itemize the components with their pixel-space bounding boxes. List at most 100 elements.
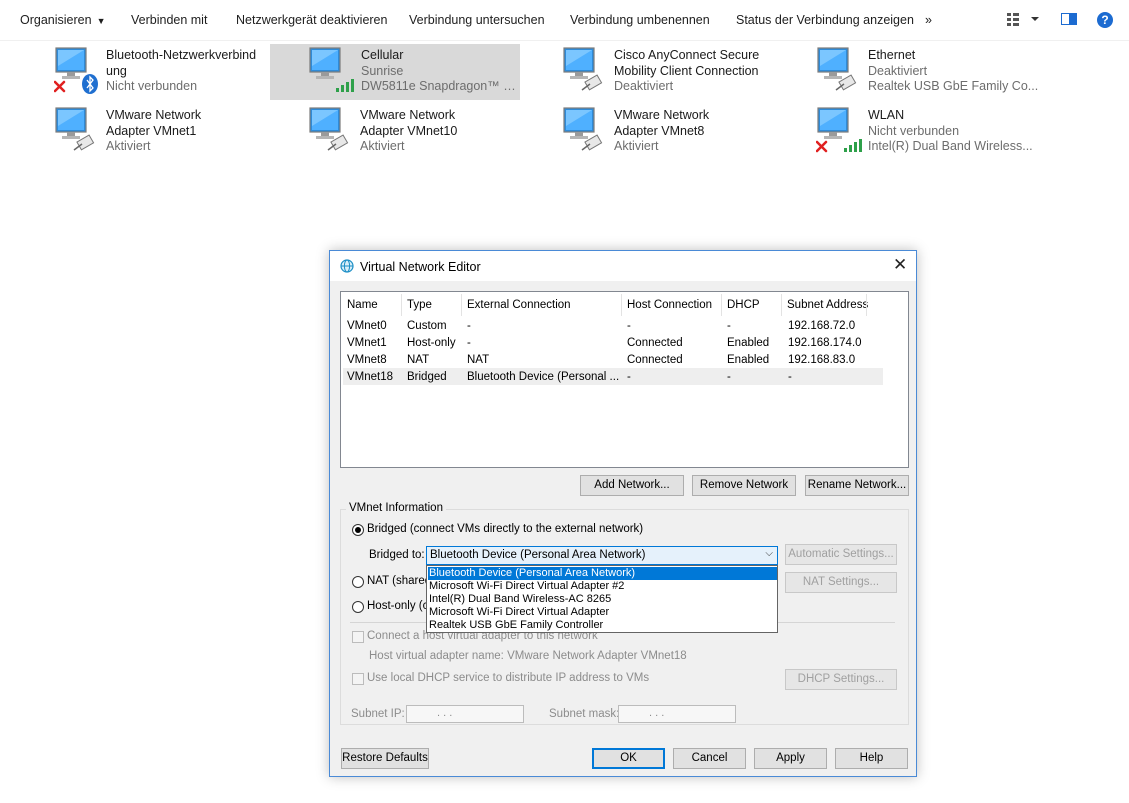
- dhcp-settings-button[interactable]: DHCP Settings...: [785, 669, 897, 690]
- host-only-label[interactable]: Host-only (c: [367, 600, 428, 612]
- subnet-mask-field[interactable]: . . .: [618, 705, 736, 723]
- dialog-titlebar: Virtual Network Editor ✕: [330, 251, 916, 281]
- cell-dhcp: Enabled: [727, 337, 770, 349]
- apply-button[interactable]: Apply: [754, 748, 827, 769]
- connect-to-button[interactable]: Verbinden mit: [131, 13, 207, 27]
- adapter-item[interactable]: VMware Network Adapter VMnet1 Aktiviert: [54, 104, 304, 160]
- automatic-settings-button[interactable]: Automatic Settings...: [785, 544, 897, 565]
- cell-host: Connected: [627, 354, 683, 366]
- cell-subnet: -: [788, 371, 792, 383]
- ip-dots: . . .: [437, 707, 453, 719]
- change-view-icon[interactable]: [1006, 11, 1042, 30]
- adapter-device: DW5811e Snapdragon™ X7 ...: [361, 79, 517, 93]
- cell-type: Custom: [407, 320, 447, 332]
- use-dhcp-checkbox[interactable]: [352, 673, 364, 685]
- cell-external: -: [467, 320, 471, 332]
- cell-subnet: 192.168.83.0: [788, 354, 856, 366]
- cell-external: NAT: [467, 354, 490, 366]
- preview-pane-icon[interactable]: [1061, 11, 1077, 30]
- cell-dhcp: -: [727, 320, 731, 332]
- cell-subnet: 192.168.72.0: [788, 320, 856, 332]
- adapter-item[interactable]: VMware Network Adapter VMnet10 Aktiviert: [308, 104, 558, 160]
- adapter-item[interactable]: VMware Network Adapter VMnet8 Aktiviert: [562, 104, 812, 160]
- command-bar: Organisieren ▼ Verbinden mit Netzwerkgerä…: [0, 0, 1129, 41]
- rename-network-button[interactable]: Rename Network...: [805, 475, 909, 496]
- connect-host-adapter-checkbox[interactable]: [352, 631, 364, 643]
- column-header-subnet[interactable]: Subnet Address: [787, 299, 868, 311]
- cell-name: VMnet8: [347, 354, 387, 366]
- rename-connection-button[interactable]: Verbindung umbenennen: [570, 13, 710, 27]
- bridged-to-dropdown: Bluetooth Device (Personal Area Network)…: [426, 565, 778, 633]
- help-button[interactable]: Help: [835, 748, 908, 769]
- column-header-dhcp[interactable]: DHCP: [727, 299, 760, 311]
- nat-radio[interactable]: [352, 576, 364, 588]
- adapter-item[interactable]: Ethernet Deaktiviert Realtek USB GbE Famil…: [816, 44, 1066, 100]
- close-icon[interactable]: ✕: [893, 256, 907, 274]
- cell-host: -: [627, 371, 631, 383]
- ethernet-adapter-icon: [816, 44, 866, 96]
- adapter-status: Aktiviert: [614, 139, 659, 153]
- organize-menu[interactable]: Organisieren ▼: [20, 13, 106, 27]
- disable-device-button[interactable]: Netzwerkgerät deaktivieren: [236, 13, 387, 27]
- adapter-status: Aktiviert: [106, 139, 151, 153]
- cell-name: VMnet18: [347, 371, 394, 383]
- cell-type: Host-only: [407, 337, 456, 349]
- adapter-name: VMware Network Adapter VMnet1: [106, 108, 202, 138]
- dropdown-option[interactable]: Realtek USB GbE Family Controller: [428, 619, 777, 632]
- dropdown-option[interactable]: Microsoft Wi-Fi Direct Virtual Adapter: [428, 606, 777, 619]
- adapter-item[interactable]: Cellular Sunrise DW5811e Snapdragon™ X7 ..…: [270, 44, 520, 100]
- adapter-device: Intel(R) Dual Band Wireless...: [868, 139, 1033, 153]
- subnet-mask-label: Subnet mask:: [549, 708, 620, 720]
- diagnose-connection-button[interactable]: Verbindung untersuchen: [409, 13, 545, 27]
- bridged-to-value: Bluetooth Device (Personal Area Network): [430, 549, 646, 561]
- view-status-button[interactable]: Status der Verbindung anzeigen: [736, 13, 914, 27]
- adapter-name: Ethernet: [868, 48, 916, 62]
- adapter-name: Cellular: [361, 48, 404, 62]
- subnet-ip-field[interactable]: . . .: [406, 705, 524, 723]
- bluetooth-adapter-icon: [53, 44, 104, 96]
- cell-dhcp: Enabled: [727, 354, 770, 366]
- caret-down-icon: ▼: [96, 16, 106, 26]
- adapter-name: Cisco AnyConnect Secure Mobility Client …: [614, 48, 760, 78]
- column-header-host-connection[interactable]: Host Connection: [627, 299, 712, 311]
- help-icon[interactable]: ?: [1097, 12, 1113, 28]
- adapter-item[interactable]: WLAN Nicht verbunden Intel(R) Dual Band Wi…: [815, 104, 1066, 160]
- more-commands-button[interactable]: »: [925, 13, 932, 27]
- adapter-status: Deaktiviert: [868, 63, 928, 78]
- adapter-item[interactable]: Bluetooth-Netzwerkverbindung Nicht verbun…: [53, 44, 304, 100]
- bridged-to-select[interactable]: Bluetooth Device (Personal Area Network)…: [426, 546, 778, 565]
- cancel-button[interactable]: Cancel: [673, 748, 746, 769]
- ethernet-adapter-icon: [562, 104, 612, 156]
- cell-subnet: 192.168.174.0: [788, 337, 862, 349]
- cell-dhcp: -: [727, 371, 731, 383]
- dropdown-option[interactable]: Intel(R) Dual Band Wireless-AC 8265: [428, 593, 777, 606]
- add-network-button[interactable]: Add Network...: [580, 475, 684, 496]
- adapter-name: Bluetooth-Netzwerkverbindung: [106, 48, 257, 78]
- bridged-label[interactable]: Bridged (connect VMs directly to the ext…: [367, 523, 643, 535]
- adapter-item[interactable]: Cisco AnyConnect Secure Mobility Client …: [562, 44, 812, 100]
- network-table: Name Type External Connection Host Conne…: [340, 291, 909, 468]
- adapter-status: Aktiviert: [360, 139, 405, 153]
- nat-label[interactable]: NAT (shared: [367, 575, 431, 587]
- column-header-external[interactable]: External Connection: [467, 299, 571, 311]
- ok-button[interactable]: OK: [592, 748, 665, 769]
- host-only-radio[interactable]: [352, 601, 364, 613]
- use-dhcp-label[interactable]: Use local DHCP service to distribute IP …: [367, 672, 649, 684]
- cell-name: VMnet1: [347, 337, 387, 349]
- cell-type: Bridged: [407, 371, 447, 383]
- adapter-status: Nicht verbunden: [868, 123, 960, 138]
- bridged-radio[interactable]: [352, 524, 364, 536]
- nat-settings-button[interactable]: NAT Settings...: [785, 572, 897, 593]
- cell-host: -: [627, 320, 631, 332]
- adapter-device: Realtek USB GbE Family Co...: [868, 79, 1039, 93]
- cell-type: NAT: [407, 354, 430, 366]
- cell-name: VMnet0: [347, 320, 387, 332]
- column-header-type[interactable]: Type: [407, 299, 432, 311]
- restore-defaults-button[interactable]: Restore Defaults: [341, 748, 429, 769]
- dropdown-option[interactable]: Bluetooth Device (Personal Area Network): [428, 567, 777, 580]
- dialog-title: Virtual Network Editor: [360, 260, 481, 274]
- column-header-name[interactable]: Name: [347, 299, 378, 311]
- remove-network-button[interactable]: Remove Network: [692, 475, 796, 496]
- dropdown-option[interactable]: Microsoft Wi-Fi Direct Virtual Adapter #…: [428, 580, 777, 593]
- adapter-status: Sunrise: [361, 63, 404, 78]
